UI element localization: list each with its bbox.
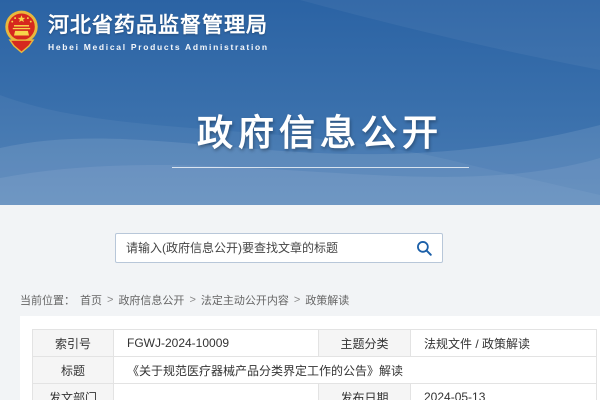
breadcrumb-item-disclosure-content[interactable]: 法定主动公开内容 <box>201 292 289 308</box>
issuing-department-value <box>114 384 319 400</box>
brand-text: 河北省药品监督管理局 Hebei Medical Products Admini… <box>48 13 269 52</box>
search-input[interactable] <box>116 234 406 262</box>
document-meta-table: 索引号 FGWJ-2024-10009 主题分类 法规文件 / 政策解读 标题 … <box>32 329 597 400</box>
breadcrumb-item-policy-interpretation: 政策解读 <box>305 292 349 308</box>
site-logo-link[interactable]: 河北省药品监督管理局 Hebei Medical Products Admini… <box>4 10 269 54</box>
org-name-en: Hebei Medical Products Administration <box>48 42 269 52</box>
search-box <box>115 233 443 263</box>
org-name-zh: 河北省药品监督管理局 <box>48 13 269 39</box>
title-value: 《关于规范医疗器械产品分类界定工作的公告》解读 <box>114 357 597 384</box>
breadcrumb-separator: > <box>107 294 113 306</box>
breadcrumb: 当前位置： 首页 > 政府信息公开 > 法定主动公开内容 > 政策解读 <box>20 292 349 308</box>
publish-date-value: 2024-05-13 <box>411 384 597 400</box>
publish-date-label: 发布日期 <box>319 384 411 400</box>
breadcrumb-item-gov-info[interactable]: 政府信息公开 <box>118 292 184 308</box>
site-header: 河北省药品监督管理局 Hebei Medical Products Admini… <box>0 0 600 205</box>
banner-underline <box>172 167 469 168</box>
table-row-index-category: 索引号 FGWJ-2024-10009 主题分类 法规文件 / 政策解读 <box>33 330 597 357</box>
banner: 政府信息公开 <box>0 112 600 168</box>
search-button[interactable] <box>406 234 442 262</box>
issuing-department-label: 发文部门 <box>33 384 114 400</box>
breadcrumb-item-home[interactable]: 首页 <box>80 292 102 308</box>
table-row-title: 标题 《关于规范医疗器械产品分类界定工作的公告》解读 <box>33 357 597 384</box>
index-number-label: 索引号 <box>33 330 114 357</box>
index-number-value: FGWJ-2024-10009 <box>114 330 319 357</box>
search-icon <box>415 239 433 257</box>
national-emblem-icon <box>4 10 39 54</box>
subject-category-value: 法规文件 / 政策解读 <box>411 330 597 357</box>
breadcrumb-prefix: 当前位置： <box>20 292 75 308</box>
breadcrumb-separator: > <box>294 294 300 306</box>
banner-title: 政府信息公开 <box>40 112 600 154</box>
content-panel: 索引号 FGWJ-2024-10009 主题分类 法规文件 / 政策解读 标题 … <box>20 316 600 400</box>
title-label: 标题 <box>33 357 114 384</box>
page: 河北省药品监督管理局 Hebei Medical Products Admini… <box>0 0 600 400</box>
table-row-department-date: 发文部门 发布日期 2024-05-13 <box>33 384 597 400</box>
breadcrumb-separator: > <box>189 294 195 306</box>
subject-category-label: 主题分类 <box>319 330 411 357</box>
